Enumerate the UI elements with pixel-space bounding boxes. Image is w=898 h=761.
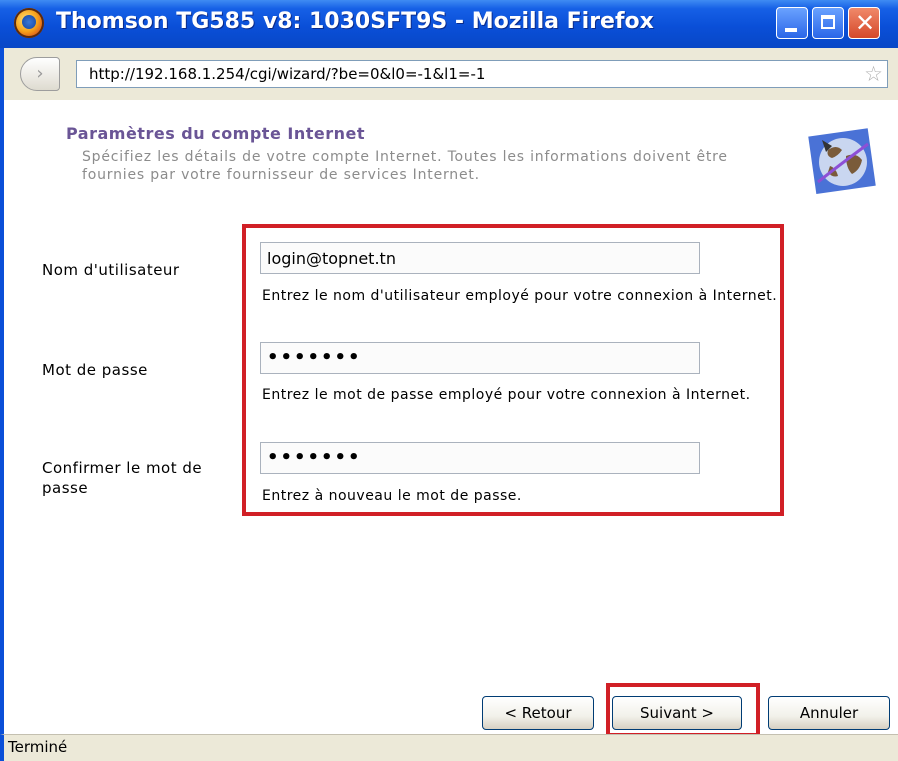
page-title: Paramètres du compte Internet [66,124,365,143]
status-text: Terminé [8,738,68,756]
navigation-bar: › http://192.168.1.254/cgi/wizard/?be=0&… [0,48,898,100]
next-button[interactable]: Suivant > [612,696,742,730]
url-text: http://192.168.1.254/cgi/wizard/?be=0&l0… [89,65,486,83]
minimize-button[interactable] [776,7,808,39]
back-button[interactable]: › [20,57,60,91]
window-title: Thomson TG585 v8: 1030SFT9S - Mozilla Fi… [56,9,654,34]
password-input[interactable]: ••••••• [260,342,700,374]
page-description: Spécifiez les détails de votre compte In… [82,149,728,183]
confirm-password-label: Confirmer le mot de passe [42,459,203,497]
status-bar: Terminé [0,734,898,761]
close-button[interactable]: ✕ [848,7,880,39]
back-wizard-button[interactable]: < Retour [482,696,594,730]
maximize-button[interactable] [812,7,844,39]
url-field[interactable]: http://192.168.1.254/cgi/wizard/?be=0&l0… [76,60,888,88]
chevron-right-icon: › [36,63,44,84]
confirm-password-hint: Entrez à nouveau le mot de passe. [262,488,522,504]
window-titlebar: Thomson TG585 v8: 1030SFT9S - Mozilla Fi… [0,0,898,48]
username-label: Nom d'utilisateur [42,261,180,279]
username-hint: Entrez le nom d'utilisateur employé pour… [262,288,778,304]
username-input[interactable] [260,242,700,274]
star-icon[interactable]: ☆ [864,62,883,86]
cancel-button[interactable]: Annuler [768,696,890,730]
password-hint: Entrez le mot de passe employé pour votr… [262,387,751,403]
globe-icon [808,128,876,195]
confirm-password-input[interactable]: ••••••• [260,442,700,474]
close-icon: ✕ [855,9,876,37]
page-content: Paramètres du compte Internet Spécifiez … [0,100,898,737]
firefox-icon [14,8,44,38]
password-label: Mot de passe [42,361,148,379]
